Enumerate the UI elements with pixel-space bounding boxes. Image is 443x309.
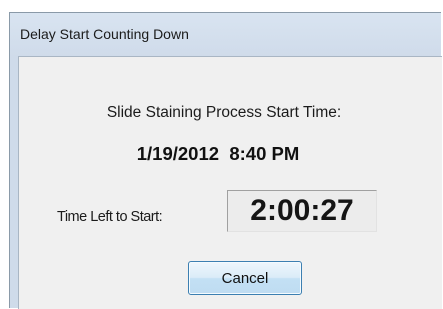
process-start-label: Slide Staining Process Start Time: bbox=[106, 104, 342, 121]
dialog-window: Delay Start Counting Down Slide Staining… bbox=[9, 12, 442, 309]
countdown-display: 2:00:27 bbox=[227, 190, 377, 232]
dialog-body: Slide Staining Process Start Time: 1/19/… bbox=[18, 56, 442, 309]
title-bar[interactable]: Delay Start Counting Down bbox=[10, 13, 441, 53]
countdown-value: 2:00:27 bbox=[250, 194, 354, 227]
time-left-label: Time Left to Start: bbox=[57, 209, 163, 225]
cancel-button[interactable]: Cancel bbox=[188, 261, 302, 295]
window-title: Delay Start Counting Down bbox=[20, 26, 189, 42]
start-time-value: 1/19/2012 8:40 PM bbox=[136, 143, 300, 164]
